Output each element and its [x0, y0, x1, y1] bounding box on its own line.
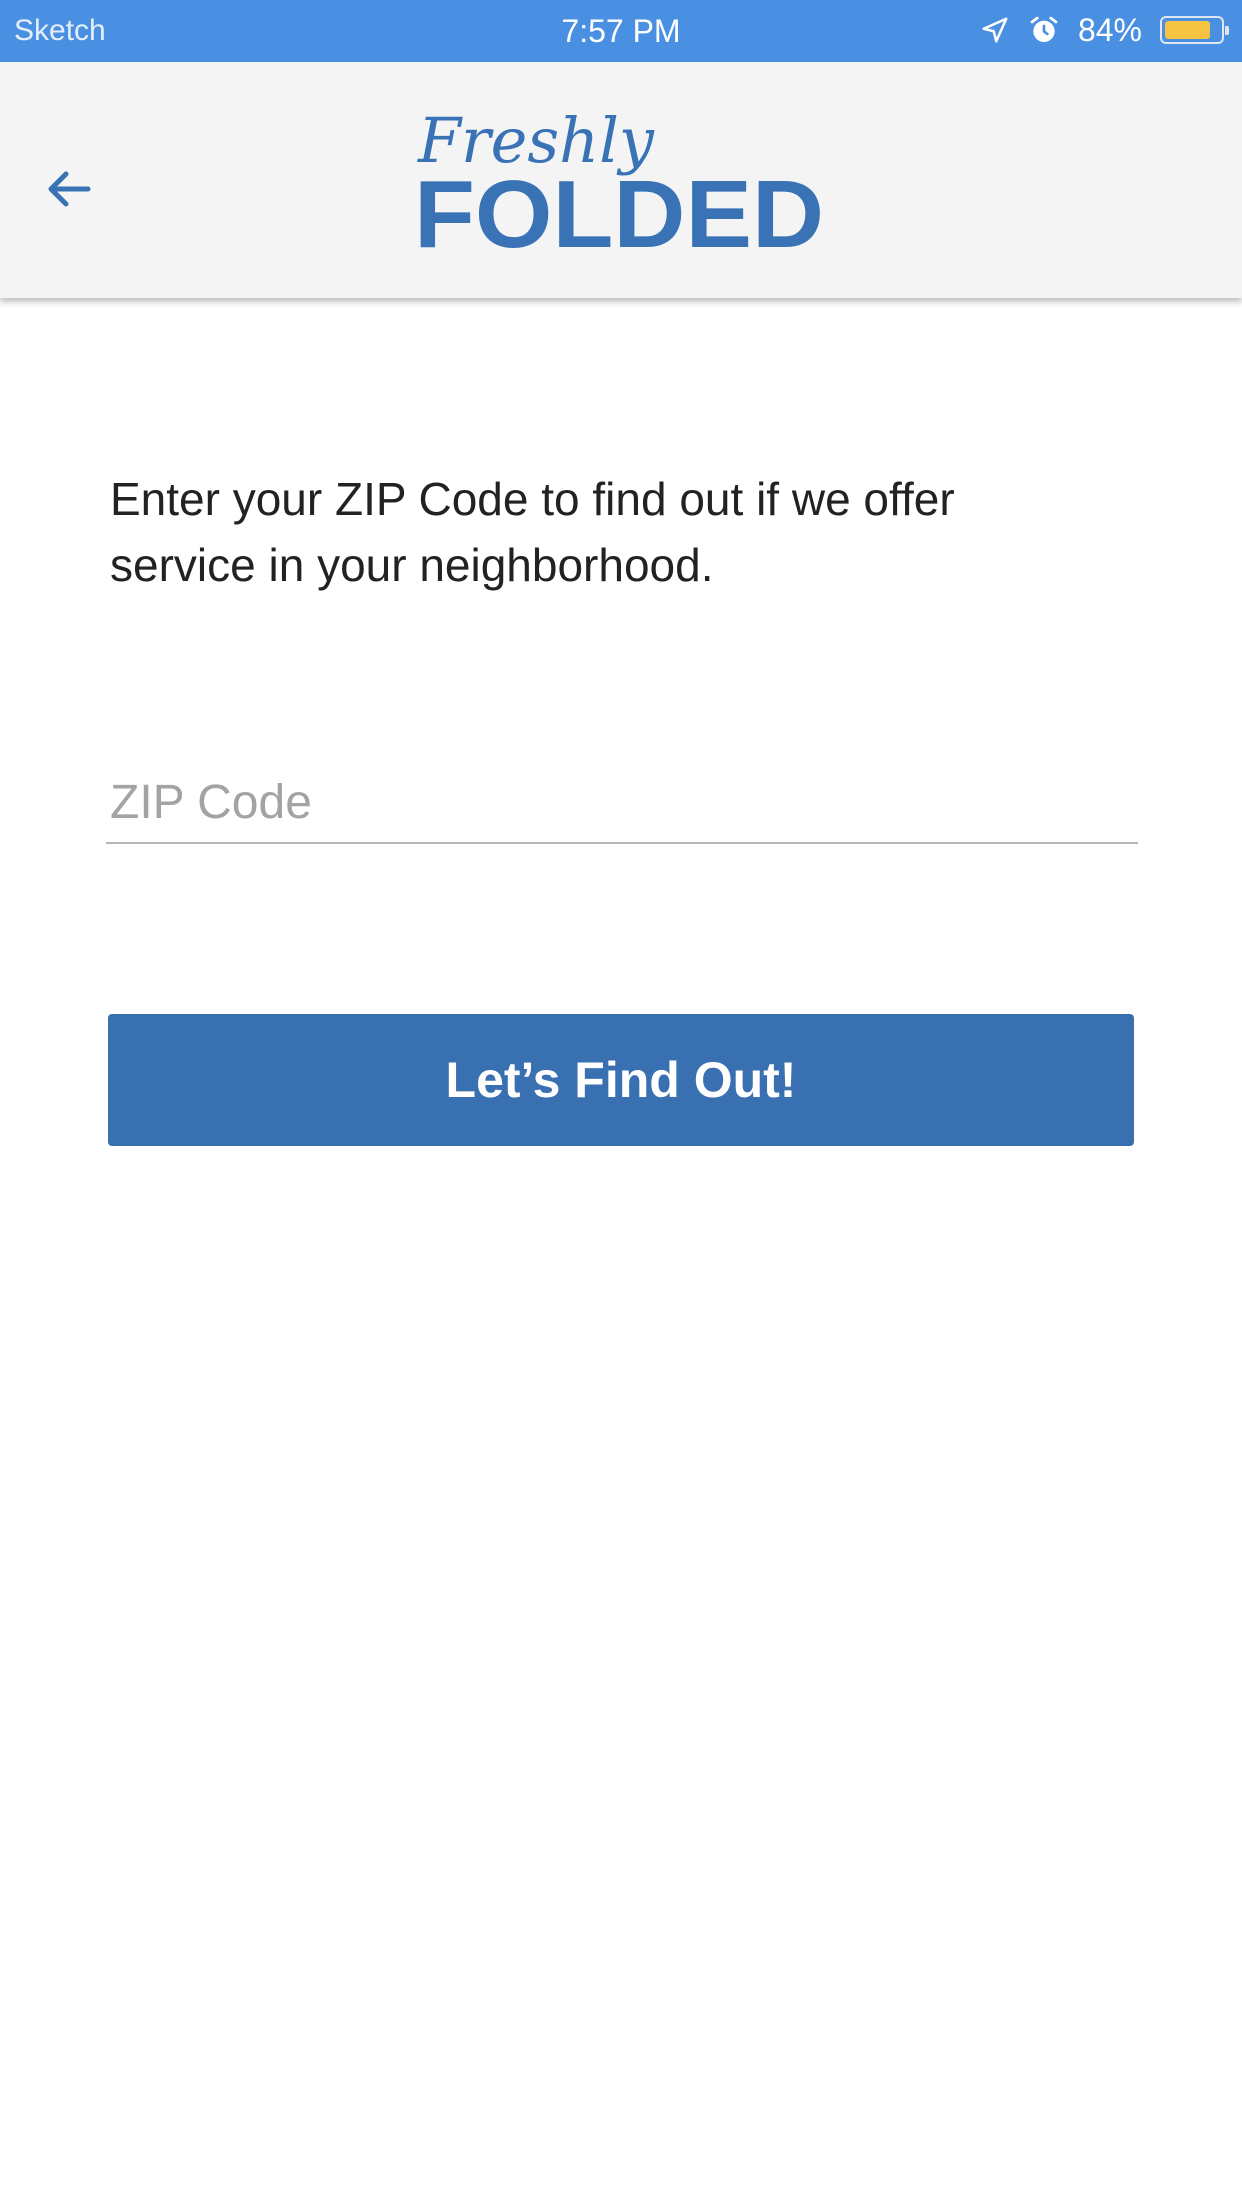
- battery-level-fill: [1165, 21, 1211, 39]
- zip-code-input[interactable]: [106, 762, 1138, 844]
- alarm-icon: [1030, 16, 1058, 42]
- logo-main-text: FOLDED: [414, 161, 824, 254]
- battery-percent: 84%: [1077, 11, 1142, 48]
- location-arrow-icon: [982, 17, 1008, 43]
- find-out-button[interactable]: Let’s Find Out!: [108, 1014, 1134, 1146]
- battery-icon: [1160, 16, 1229, 44]
- brand-logo: Freshly FOLDED: [414, 104, 824, 254]
- status-right-group: 84%: [980, 10, 1229, 50]
- status-bar: Sketch 7:57 PM 84%: [0, 0, 1242, 62]
- intro-text: Enter your ZIP Code to find out if we of…: [110, 473, 955, 591]
- app-header: Freshly FOLDED: [0, 62, 1242, 298]
- back-arrow-icon: [48, 171, 91, 207]
- back-button[interactable]: [40, 160, 98, 218]
